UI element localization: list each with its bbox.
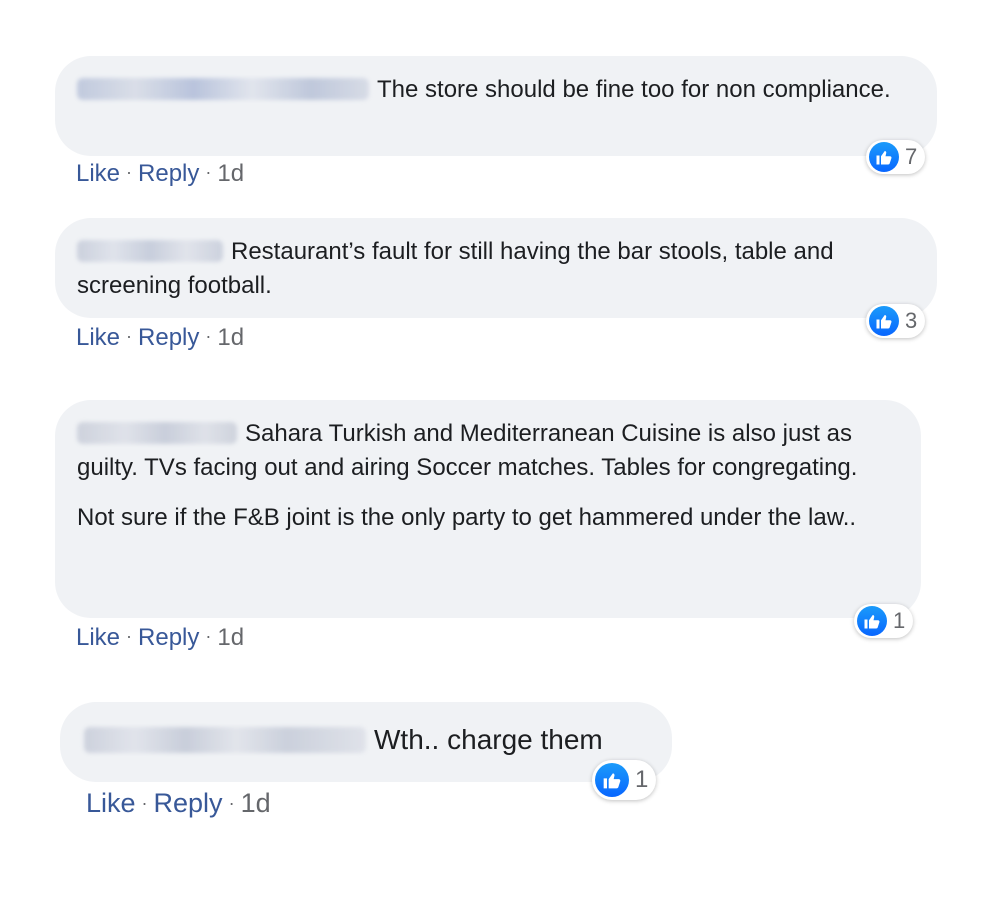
separator: · [205, 162, 212, 182]
separator: · [126, 326, 133, 346]
timestamp[interactable]: 1d [217, 324, 244, 351]
reply-link[interactable]: Reply [138, 624, 199, 651]
like-link[interactable]: Like [76, 160, 120, 187]
comment-actions: Like · Reply · 1d [76, 324, 244, 352]
timestamp[interactable]: 1d [217, 624, 244, 651]
blurred-author-name[interactable] [77, 239, 223, 262]
thumbs-up-icon [857, 606, 887, 636]
timestamp[interactable]: 1d [217, 160, 244, 187]
comment-bubble: Restaurant’s fault for still having the … [55, 218, 937, 318]
reply-link[interactable]: Reply [154, 788, 223, 818]
separator: · [141, 793, 148, 813]
comment-bubble: Wth.. charge them [60, 702, 672, 782]
like-link[interactable]: Like [86, 788, 136, 818]
reply-link[interactable]: Reply [138, 160, 199, 187]
comment-bubble: The store should be fine too for non com… [55, 56, 937, 156]
thumbs-up-icon [869, 306, 899, 336]
separator: · [126, 162, 133, 182]
reaction-badge[interactable]: 1 [592, 760, 657, 800]
blurred-author-name[interactable] [77, 421, 237, 444]
reaction-count: 3 [905, 308, 918, 333]
comment-bubble: Sahara Turkish and Mediterranean Cuisine… [55, 400, 921, 618]
thumbs-up-icon [869, 142, 899, 172]
blurred-author-name[interactable] [84, 726, 366, 753]
reaction-badge[interactable]: 7 [866, 140, 926, 174]
comment-actions: Like · Reply · 1d [76, 624, 244, 652]
comment-actions: Like · Reply · 1d [86, 788, 271, 819]
reaction-badge[interactable]: 3 [866, 304, 926, 338]
reaction-count: 1 [635, 766, 649, 793]
reaction-badge[interactable]: 1 [854, 604, 914, 638]
reaction-count: 1 [893, 608, 906, 633]
blurred-author-name[interactable] [77, 77, 369, 100]
like-link[interactable]: Like [76, 624, 120, 651]
thumbs-up-icon [595, 763, 629, 797]
comment-text: Not sure if the F&B joint is the only pa… [77, 504, 857, 531]
reply-link[interactable]: Reply [138, 324, 199, 351]
comment-text: The store should be fine too for non com… [377, 76, 891, 103]
comment-actions: Like · Reply · 1d [76, 160, 244, 188]
timestamp[interactable]: 1d [241, 788, 271, 818]
separator: · [205, 626, 212, 646]
separator: · [126, 626, 133, 646]
separator: · [205, 326, 212, 346]
comment-text: Wth.. charge them [374, 724, 603, 755]
reaction-count: 7 [905, 144, 918, 169]
separator: · [228, 793, 235, 813]
like-link[interactable]: Like [76, 324, 120, 351]
